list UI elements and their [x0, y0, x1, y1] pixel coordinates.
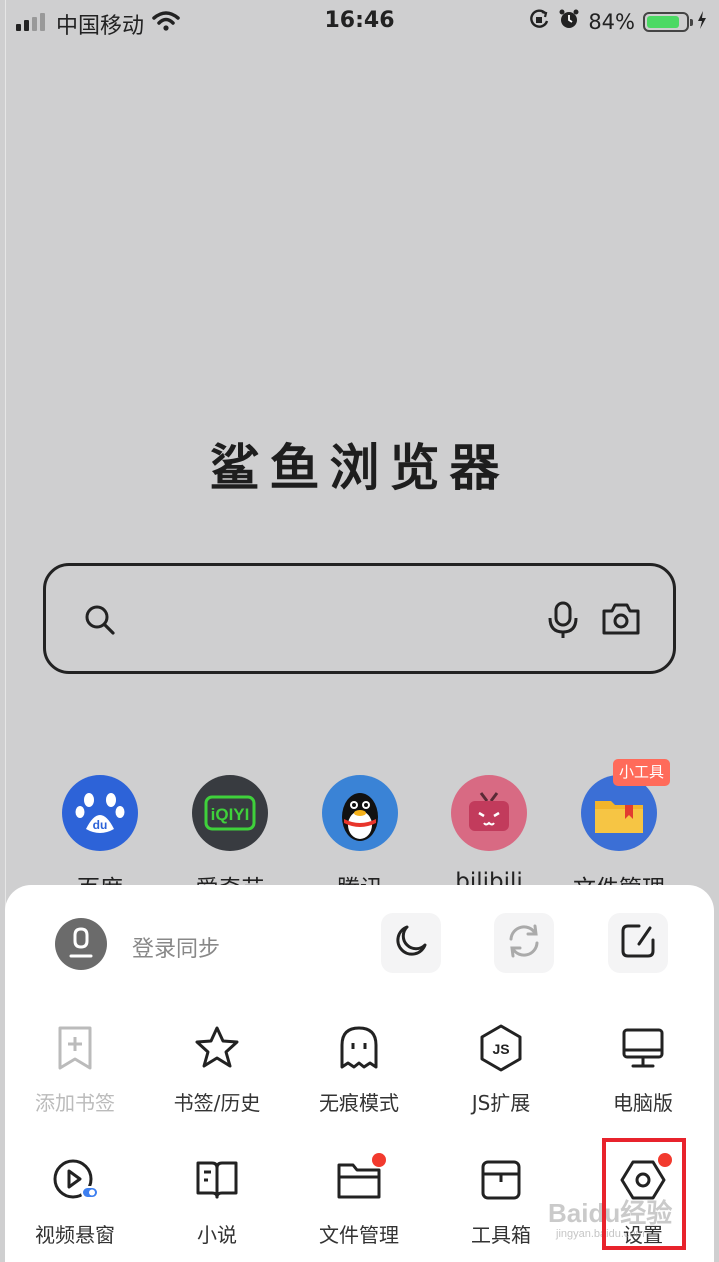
toolbox-icon — [476, 1155, 526, 1205]
menu-js-extension[interactable]: JS JS扩展 — [436, 1023, 566, 1116]
iqiyi-icon: iQIYI — [192, 775, 268, 851]
svg-text:JS: JS — [492, 1041, 509, 1057]
login-sync-label[interactable]: 登录同步 — [132, 931, 220, 963]
share-button[interactable] — [608, 913, 668, 973]
shortcut-row: du 百度 iQIYI 爱奇艺 腾讯 — [0, 775, 719, 902]
menu-item-label: JS扩展 — [471, 1091, 531, 1115]
refresh-button[interactable] — [494, 913, 554, 973]
battery-icon — [643, 11, 693, 32]
menu-item-label: 添加书签 — [35, 1091, 115, 1115]
add-bookmark-icon — [50, 1023, 100, 1073]
menu-bookmarks-history[interactable]: 书签/历史 — [152, 1023, 282, 1116]
notification-dot — [372, 1153, 386, 1167]
rotation-lock-icon — [528, 8, 550, 35]
monitor-icon — [618, 1023, 668, 1073]
microphone-icon[interactable] — [546, 600, 580, 644]
menu-novel[interactable]: 小说 — [152, 1155, 282, 1248]
menu-item-label: 文件管理 — [319, 1223, 399, 1247]
shortcut-iqiyi[interactable]: iQIYI 爱奇艺 — [160, 775, 300, 903]
refresh-icon — [505, 922, 543, 964]
menu-incognito[interactable]: 无痕模式 — [294, 1023, 424, 1116]
folder-icon — [334, 1153, 386, 1205]
app-title: 鲨鱼浏览器 — [209, 439, 510, 497]
settings-highlight-box — [602, 1138, 686, 1250]
svg-text:du: du — [93, 818, 108, 832]
alarm-icon — [558, 8, 580, 35]
charging-icon — [697, 10, 707, 34]
video-float-icon — [50, 1155, 100, 1205]
status-bar: 中国移动 16:46 84% — [0, 0, 719, 44]
shortcut-bilibili[interactable]: bilibili — [419, 775, 559, 895]
battery-fill — [647, 15, 679, 28]
share-icon — [619, 922, 657, 964]
battery-text: 84% — [588, 9, 635, 34]
search-box[interactable] — [43, 563, 676, 674]
camera-icon[interactable] — [601, 602, 641, 640]
ghost-icon — [334, 1023, 384, 1073]
menu-desktop-mode[interactable]: 电脑版 — [578, 1023, 708, 1116]
star-icon — [192, 1023, 242, 1073]
js-icon: JS — [476, 1023, 526, 1073]
menu-add-bookmark[interactable]: 添加书签 — [10, 1023, 140, 1116]
folder-icon — [581, 775, 657, 851]
menu-item-label: 无痕模式 — [319, 1091, 399, 1115]
search-icon[interactable] — [84, 604, 116, 640]
menu-item-label: 小说 — [197, 1223, 237, 1247]
night-mode-button[interactable] — [381, 913, 441, 973]
bilibili-icon — [451, 775, 527, 851]
svg-text:iQIYI: iQIYI — [211, 805, 250, 824]
status-right: 84% — [528, 8, 707, 35]
menu-item-label: 视频悬窗 — [35, 1223, 115, 1247]
baidu-icon: du — [62, 775, 138, 851]
menu-toolbox[interactable]: 工具箱 — [436, 1155, 566, 1248]
menu-item-label: 书签/历史 — [173, 1091, 261, 1115]
avatar[interactable] — [55, 918, 107, 970]
tools-badge: 小工具 — [613, 759, 670, 786]
menu-item-label: 工具箱 — [471, 1223, 531, 1247]
shortcut-baidu[interactable]: du 百度 — [30, 775, 170, 903]
menu-item-label: 电脑版 — [613, 1091, 673, 1115]
shortcut-file-manager[interactable]: 文件管理 — [549, 775, 689, 903]
qq-penguin-icon — [322, 775, 398, 851]
menu-video-float[interactable]: 视频悬窗 — [10, 1155, 140, 1248]
book-icon — [192, 1155, 242, 1205]
menu-file-manager[interactable]: 文件管理 — [294, 1153, 424, 1248]
shortcut-tencent[interactable]: 腾讯 — [290, 775, 430, 903]
night-mode-icon — [392, 922, 430, 964]
